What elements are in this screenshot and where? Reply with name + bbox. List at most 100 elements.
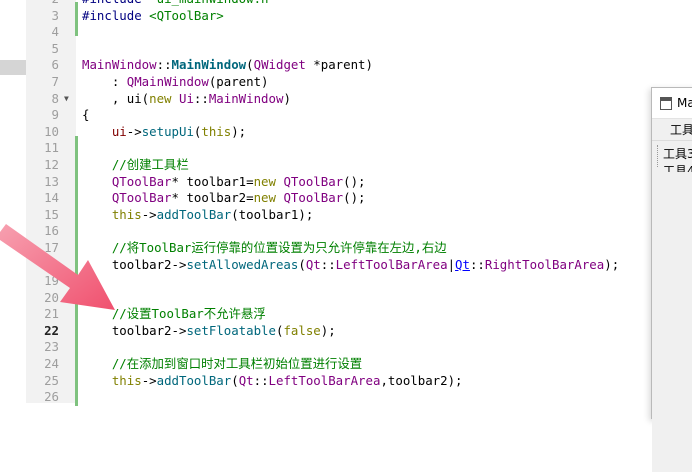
code-line[interactable]: 11	[0, 140, 692, 157]
code-token: QToolBar	[111, 173, 172, 189]
code-line[interactable]: 3 #include <QToolBar>	[0, 8, 692, 25]
line-number: 2	[26, 0, 59, 8]
code-token: //创建工具栏	[82, 156, 189, 172]
code-token: this	[111, 206, 142, 222]
code-line[interactable]: 23	[0, 339, 692, 356]
code-token: ::	[469, 256, 485, 272]
code-token: Qt	[305, 256, 321, 272]
line-number: 12	[44, 156, 59, 172]
code-line[interactable]: 12 //创建工具栏	[0, 157, 692, 174]
code-token: QToolBar	[283, 190, 344, 206]
code-token: * toolbar2=	[171, 190, 254, 206]
code-text: : QMainWindow(parent)	[82, 74, 269, 91]
code-text: this->addToolBar(Qt::LeftToolBarArea,too…	[82, 373, 463, 390]
line-number: 17	[44, 239, 59, 255]
code-token: (	[231, 372, 239, 388]
code-line[interactable]: 18 toolbar2->setAllowedAreas(Qt::LeftToo…	[0, 257, 692, 274]
code-token: MainWindow	[171, 57, 247, 73]
code-text: toolbar2->setFloatable(false);	[82, 323, 336, 340]
code-text: , ui(new Ui::MainWindow)	[82, 91, 291, 108]
toolbar-item-tool3[interactable]: 工具3	[663, 145, 692, 162]
window-titlebar[interactable]: Ma	[652, 88, 692, 119]
code-token: this	[111, 372, 142, 388]
code-token: toolbar2->	[82, 322, 187, 338]
code-token: , ui(	[82, 90, 150, 106]
code-token: );	[604, 256, 620, 272]
line-number: 9	[51, 107, 59, 123]
line-number: 8	[51, 90, 59, 106]
code-line[interactable]: 19	[0, 273, 692, 290]
line-number: 24	[44, 356, 59, 372]
code-line[interactable]: 6 MainWindow::MainWindow(QWidget *parent)	[0, 57, 692, 74]
code-text: #include "ui_mainwindow.h"	[82, 0, 276, 8]
code-line[interactable]: 8 ▼ , ui(new Ui::MainWindow)	[0, 91, 692, 108]
code-token: (	[298, 256, 306, 272]
code-token: ::	[253, 372, 269, 388]
line-number: 5	[51, 40, 59, 56]
code-text: //设置ToolBar不允许悬浮	[82, 306, 266, 323]
code-editor[interactable]: 2 #include "ui_mainwindow.h" 3 #include <QT…	[0, 0, 692, 406]
menu-tools[interactable]: 工具	[670, 121, 692, 138]
line-number: 15	[44, 206, 59, 222]
code-token: Qt	[455, 256, 470, 272]
code-token: (parent)	[208, 73, 269, 89]
code-line[interactable]: 4	[0, 24, 692, 41]
code-line[interactable]: 21 //设置ToolBar不允许悬浮	[0, 306, 692, 323]
code-line[interactable]: 16	[0, 223, 692, 240]
code-token: );	[231, 123, 247, 139]
code-line[interactable]: 10 ui->setupUi(this);	[0, 124, 692, 141]
code-line[interactable]: 26	[0, 389, 692, 406]
code-text: {	[82, 107, 89, 124]
code-token: RightToolBarArea	[484, 256, 605, 272]
code-text: //将ToolBar运行停靠的位置设置为只允许停靠在左边,右边	[82, 240, 447, 257]
code-line[interactable]: 2 #include "ui_mainwindow.h"	[0, 0, 692, 8]
app-window-icon	[660, 97, 672, 110]
line-number: 25	[44, 372, 59, 388]
code-token: ui	[111, 123, 127, 139]
code-token: );	[320, 322, 336, 338]
code-line[interactable]: 15 this->addToolBar(toolbar1);	[0, 207, 692, 224]
code-line[interactable]: 5	[0, 41, 692, 58]
code-line[interactable]: 17 //将ToolBar运行停靠的位置设置为只允许停靠在左边,右边	[0, 240, 692, 257]
line-number: 23	[44, 339, 59, 355]
code-token: //在添加到窗口时对工具栏初始位置进行设置	[82, 356, 363, 372]
code-text: #include <QToolBar>	[82, 8, 224, 25]
code-token: new	[253, 173, 276, 189]
line-number: 18	[44, 256, 59, 272]
toolbar-drag-handle[interactable]	[657, 145, 661, 167]
code-token: QToolBar	[283, 173, 344, 189]
code-line[interactable]: 14 QToolBar* toolbar2=new QToolBar();	[0, 190, 692, 207]
code-token: LeftToolBarArea	[268, 372, 381, 388]
main-window-popup[interactable]: Ma 工具 工具3 工具4	[651, 87, 692, 472]
code-line[interactable]: 20	[0, 290, 692, 307]
code-token: ::	[320, 256, 336, 272]
code-line[interactable]: 25 this->addToolBar(Qt::LeftToolBarArea,…	[0, 373, 692, 390]
line-number: 10	[44, 123, 59, 139]
line-number: 19	[44, 273, 59, 289]
line-number: 22	[44, 322, 59, 338]
code-text: //创建工具栏	[82, 157, 189, 174]
line-number: 11	[44, 140, 59, 156]
fold-arrow-icon[interactable]: ▼	[64, 91, 69, 108]
code-line[interactable]: 7 : QMainWindow(parent)	[0, 74, 692, 91]
code-token: ->	[141, 372, 157, 388]
code-token: Qt	[238, 372, 254, 388]
code-text: QToolBar* toolbar1=new QToolBar();	[82, 174, 366, 191]
code-line[interactable]: 22 toolbar2->setFloatable(false);	[0, 323, 692, 340]
code-text: toolbar2->setAllowedAreas(Qt::LeftToolBa…	[82, 257, 619, 274]
code-token: //将ToolBar运行停靠的位置设置为只允许停靠在左边,右边	[82, 239, 447, 255]
code-line[interactable]: 24 //在添加到窗口时对工具栏初始位置进行设置	[0, 356, 692, 373]
code-token: addToolBar	[156, 372, 232, 388]
code-token: QMainWindow	[126, 73, 209, 89]
code-line[interactable]: 13 QToolBar* toolbar1=new QToolBar();	[0, 174, 692, 191]
line-number: 13	[44, 173, 59, 189]
code-token: QToolBar	[111, 190, 172, 206]
code-line[interactable]: 9{	[0, 107, 692, 124]
code-token: new	[149, 90, 172, 106]
left-toolbar: 工具3 工具4	[652, 141, 692, 178]
